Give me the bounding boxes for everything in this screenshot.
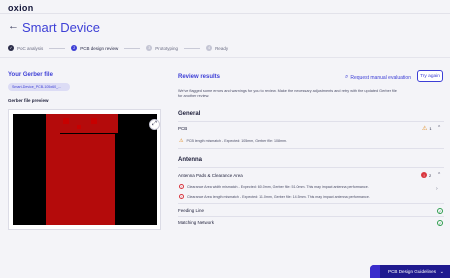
divider: [178, 167, 444, 168]
expand-icon[interactable]: ⤢: [149, 119, 160, 130]
step-poc-analysis: ✓ PoC analysis: [8, 45, 43, 51]
divider: [178, 148, 444, 149]
divider: [178, 203, 444, 204]
step-label: Prototyping: [155, 45, 179, 51]
copper-area: [60, 134, 115, 225]
gerber-file-chip[interactable]: Smart-Device_PCB-105x60_...: [8, 83, 70, 91]
warning-icon: ⚠: [179, 138, 184, 144]
matching-network-row-label[interactable]: Matching Network: [178, 220, 214, 225]
step-label: PCB design review: [80, 45, 119, 51]
step-number: 3: [146, 45, 153, 51]
pcb-board-render: [13, 114, 157, 225]
error-icon: !: [179, 194, 184, 199]
divider: [178, 216, 444, 217]
review-description: We've flagged some errors and warnings f…: [178, 89, 397, 98]
step-separator: [124, 47, 141, 49]
check-circle-icon: ✓: [437, 220, 443, 226]
error-count-badge: ! 2: [421, 172, 431, 178]
antenna-pad: [77, 125, 81, 129]
antenna-error-message: ! Clearance Area length mismatch - Expec…: [179, 194, 370, 199]
chevron-up-icon[interactable]: ⌃: [437, 125, 441, 131]
chevron-down-icon: ⌄: [439, 268, 444, 275]
step-label: PoC analysis: [17, 45, 44, 51]
antenna-heading: Antenna: [178, 157, 202, 163]
check-circle-icon: ✓: [437, 208, 443, 214]
step-number: 4: [206, 45, 213, 51]
general-heading: General: [178, 111, 201, 117]
gerber-file-heading: Your Gerber file: [8, 72, 53, 78]
error-count: 2: [429, 172, 432, 178]
message-text: Clearance Area length mismatch - Expecte…: [187, 194, 370, 199]
chevron-up-icon[interactable]: ⌃: [437, 172, 441, 178]
step-ready: 4 Ready: [206, 45, 228, 51]
check-icon: ✓: [8, 45, 14, 51]
pcb-design-guidelines-button[interactable]: PCB Design Guidelines ⌄: [370, 265, 450, 278]
antenna-pads-row-label[interactable]: Antenna Pads & Clearance Area: [178, 173, 243, 178]
header-divider: [0, 13, 450, 14]
manual-evaluation-label: Request manual evaluation: [350, 74, 411, 81]
error-icon: !: [179, 184, 184, 189]
message-text: Clearance Area width mismatch - Expected…: [187, 184, 369, 189]
progress-stepper: ✓ PoC analysis 2 PCB design review 3 Pro…: [8, 45, 228, 51]
pcb-row-label[interactable]: PCB: [178, 126, 187, 131]
step-number: 2: [71, 45, 78, 51]
warning-icon: ⚠: [422, 126, 428, 132]
antenna-error-message: ! Clearance Area width mismatch - Expect…: [179, 184, 369, 189]
gerber-preview: ⤢: [8, 109, 161, 230]
antenna-pad: [91, 118, 97, 124]
step-separator: [184, 47, 201, 49]
review-results-heading: Review results: [178, 74, 221, 80]
step-separator: [49, 47, 66, 49]
arrow-left-icon[interactable]: ←: [8, 20, 19, 32]
guide-label: PCB Design Guidelines: [388, 269, 437, 274]
antenna-pad: [63, 118, 69, 124]
search-icon: ⌕: [345, 74, 349, 80]
page-title: Smart Device: [22, 20, 101, 35]
step-prototyping: 3 Prototyping: [146, 45, 178, 51]
try-again-button[interactable]: Try again: [417, 70, 443, 82]
pcb-warning-message: ⚠ PCB length mismatch - Expected: 105mm,…: [179, 138, 287, 144]
feeding-line-row-label[interactable]: Feeding Line: [178, 208, 204, 213]
guide-accent-bar: [370, 265, 380, 278]
step-label: Ready: [215, 45, 229, 51]
request-manual-evaluation-link[interactable]: ⌕ Request manual evaluation: [345, 74, 411, 81]
warning-count: 1: [429, 126, 432, 131]
preview-label: Gerber file preview: [8, 98, 49, 103]
step-pcb-design-review: 2 PCB design review: [71, 45, 118, 51]
divider: [178, 121, 444, 122]
error-icon: !: [421, 172, 427, 178]
message-text: PCB length mismatch - Expected: 105mm, G…: [186, 139, 287, 143]
warning-count-badge: ⚠ 1: [422, 125, 432, 132]
oxion-logo[interactable]: oxion: [8, 3, 34, 13]
copper-area: [46, 114, 118, 133]
stepper-divider: [0, 57, 450, 58]
chevron-right-icon[interactable]: ›: [436, 186, 438, 192]
